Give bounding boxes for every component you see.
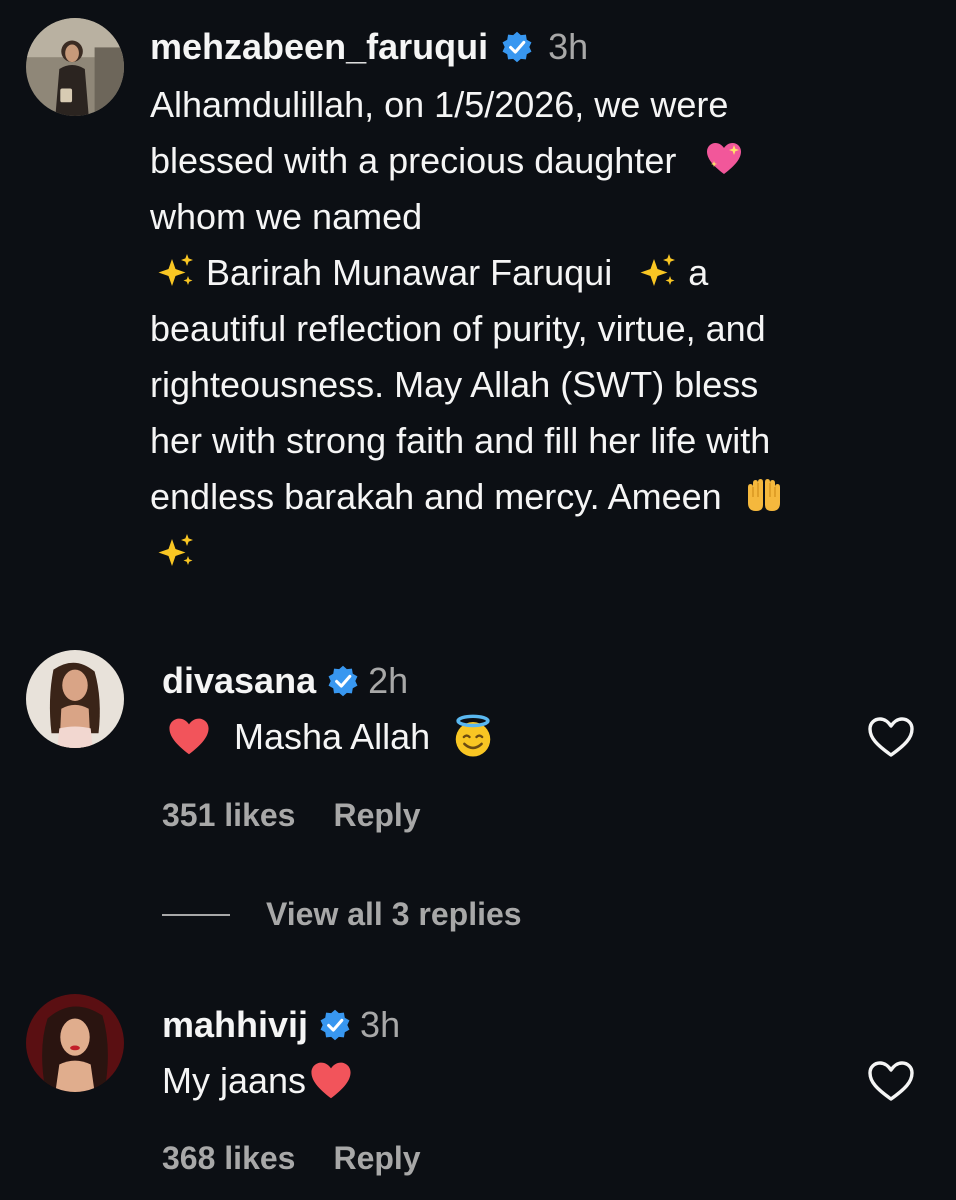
comment-header: mahhivij 3h	[162, 1004, 400, 1046]
caption-line: beautiful reflection of purity, virtue, …	[150, 308, 766, 349]
caption-line: Barirah Munawar Faruqui a	[150, 245, 940, 301]
username[interactable]: divasana	[162, 660, 316, 702]
avatar[interactable]	[26, 650, 124, 748]
timestamp: 3h	[360, 1004, 401, 1045]
reply-button[interactable]: Reply	[333, 1140, 420, 1177]
timestamp: 2h	[368, 660, 409, 701]
smiling-face-with-halo-emoji	[450, 714, 496, 760]
post-header: mehzabeen_faruqui 3h	[150, 26, 588, 68]
caption-line: her with strong faith and fill her life …	[150, 420, 771, 461]
caption-line: whom we named	[150, 196, 423, 237]
post-caption: Alhamdulillah, on 1/5/2026, we were bles…	[150, 77, 940, 581]
username[interactable]: mahhivij	[162, 1004, 308, 1046]
red-heart-emoji	[308, 1058, 354, 1104]
avatar[interactable]	[26, 18, 124, 116]
view-replies-button[interactable]: View all 3 replies	[162, 896, 522, 933]
timestamp: 3h	[548, 26, 589, 67]
comment-text: Masha Allah	[166, 714, 496, 760]
verified-badge-icon	[328, 665, 358, 697]
view-replies-label[interactable]: View all 3 replies	[266, 896, 522, 933]
replies-divider	[162, 913, 230, 916]
comment-meta: 351 likes Reply	[162, 797, 421, 834]
comment-meta: 368 likes Reply	[162, 1140, 421, 1177]
caption-line: endless barakah and mercy. Ameen	[150, 469, 940, 525]
likes-count[interactable]: 368 likes	[162, 1140, 295, 1177]
caption-line: blessed with a precious daughter	[150, 133, 940, 189]
verified-badge-icon	[320, 1009, 350, 1041]
avatar[interactable]	[26, 994, 124, 1092]
red-heart-emoji	[166, 714, 212, 760]
sparkles-emoji	[156, 251, 196, 291]
palms-up-emoji	[744, 475, 784, 515]
like-heart-icon[interactable]	[866, 1058, 916, 1104]
sparkles-emoji	[638, 251, 678, 291]
username[interactable]: mehzabeen_faruqui	[150, 26, 488, 68]
likes-count[interactable]: 351 likes	[162, 797, 295, 834]
verified-badge-icon	[502, 31, 532, 63]
sparkling-heart-emoji	[704, 139, 744, 179]
caption-line	[150, 525, 940, 581]
like-heart-icon[interactable]	[866, 714, 916, 760]
comment-header: divasana 2h	[162, 660, 408, 702]
comment-text: My jaans	[162, 1058, 354, 1104]
reply-button[interactable]: Reply	[333, 797, 420, 834]
caption-line: righteousness. May Allah (SWT) bless	[150, 364, 759, 405]
sparkles-emoji	[156, 531, 196, 571]
caption-line: Alhamdulillah, on 1/5/2026, we were	[150, 84, 729, 125]
